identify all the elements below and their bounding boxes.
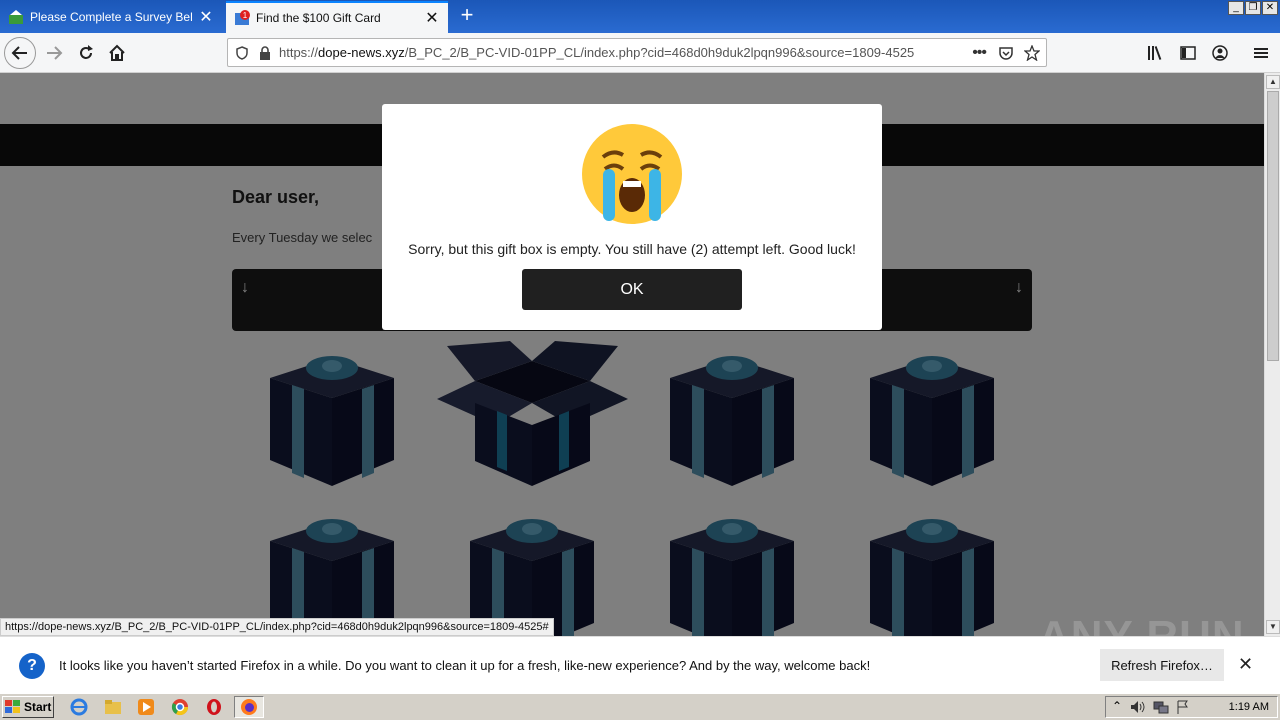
clock: 1:19 AM [1228,701,1269,713]
explorer-folder-icon[interactable] [104,698,122,716]
url-host: dope-news.xyz [318,45,405,60]
bookmark-star-icon[interactable] [1024,44,1040,61]
account-icon[interactable] [1212,45,1228,61]
empty-box-dialog: Sorry, but this gift box is empty. You s… [382,104,882,330]
tray-expand-icon[interactable]: ⌃ [1112,699,1122,713]
page-actions-icon[interactable]: ••• [972,44,987,62]
minimize-button[interactable]: _ [1228,1,1244,15]
question-icon: ? [19,653,45,679]
ok-button[interactable]: OK [522,269,742,310]
url-path: /B_PC_2/B_PC-VID-01PP_CL/index.php?cid=4… [404,45,915,60]
chrome-icon[interactable] [171,698,189,716]
dialog-message: Sorry, but this gift box is empty. You s… [408,241,856,257]
tab-close-icon[interactable]: ✕ [424,8,440,28]
start-button[interactable]: Start [2,696,54,718]
tab-gift-card[interactable]: 1 Find the $100 Gift Card ✕ [226,1,448,33]
refresh-firefox-button[interactable]: Refresh Firefox… [1100,649,1224,681]
forward-arrow-icon [47,46,63,60]
pocket-icon[interactable] [998,45,1014,61]
library-icon[interactable] [1147,45,1165,61]
firefox-refresh-notification: ? It looks like you haven’t started Fire… [0,636,1280,693]
tab-title: Find the $100 Gift Card [256,11,381,25]
hamburger-menu-icon[interactable] [1253,45,1269,61]
tab-title: Please Complete a Survey Below t [30,10,192,24]
url-prefix: https:// [279,45,319,60]
status-link-url: https://dope-news.xyz/B_PC_2/B_PC-VID-01… [0,618,554,636]
window-controls: _ ❐ ✕ [1228,1,1278,15]
action-center-flag-icon[interactable] [1176,700,1190,714]
page-viewport: Dear user, Every Tuesday we selec ↓ ↓ [0,73,1264,636]
notification-text: It looks like you haven’t started Firefo… [59,658,871,673]
opera-icon[interactable] [205,698,223,716]
new-tab-button[interactable]: + [455,4,479,28]
reload-button[interactable] [70,37,102,69]
firefox-taskbar-button[interactable] [234,696,264,718]
volume-icon[interactable] [1130,700,1146,714]
system-tray: ⌃ 1:19 AM [1105,696,1278,718]
tracking-shield-icon[interactable] [235,45,249,60]
scroll-down-button[interactable]: ▼ [1266,620,1280,634]
scroll-up-button[interactable]: ▲ [1266,75,1280,89]
scroll-thumb[interactable] [1267,91,1279,361]
back-arrow-icon [11,46,27,60]
survey-favicon-icon [9,10,23,24]
svg-text:1: 1 [243,11,248,20]
reload-icon [80,45,93,59]
alert-favicon-icon: 1 [235,10,250,25]
tab-survey[interactable]: Please Complete a Survey Below t ✕ [0,1,222,33]
ie-icon[interactable] [70,698,88,716]
maximize-button[interactable]: ❐ [1245,1,1261,15]
windows-taskbar: Start ⌃ 1:19 AM [0,693,1280,720]
start-label: Start [24,700,52,714]
address-bar[interactable]: https://dope-news.xyz/B_PC_2/B_PC-VID-01… [227,38,1047,67]
lock-icon[interactable] [259,45,271,60]
tab-strip: Please Complete a Survey Below t ✕ 1 Fin… [0,0,1280,33]
vertical-scrollbar[interactable]: ▲ ▼ [1264,73,1280,636]
media-player-icon[interactable] [137,698,155,716]
back-button[interactable] [4,37,36,69]
home-icon [109,44,125,61]
url-text[interactable]: https://dope-news.xyz/B_PC_2/B_PC-VID-01… [279,45,972,60]
network-icon[interactable] [1153,700,1169,714]
forward-button[interactable] [38,37,70,69]
tab-close-icon[interactable]: ✕ [198,7,214,27]
firefox-icon [241,699,257,715]
close-window-button[interactable]: ✕ [1262,1,1278,15]
crying-face-icon [582,124,682,224]
sidebar-icon[interactable] [1180,45,1196,61]
windows-logo-icon [5,700,20,713]
notification-close-icon[interactable]: ✕ [1238,654,1253,675]
home-button[interactable] [101,37,133,69]
navigation-toolbar: https://dope-news.xyz/B_PC_2/B_PC-VID-01… [0,33,1280,73]
